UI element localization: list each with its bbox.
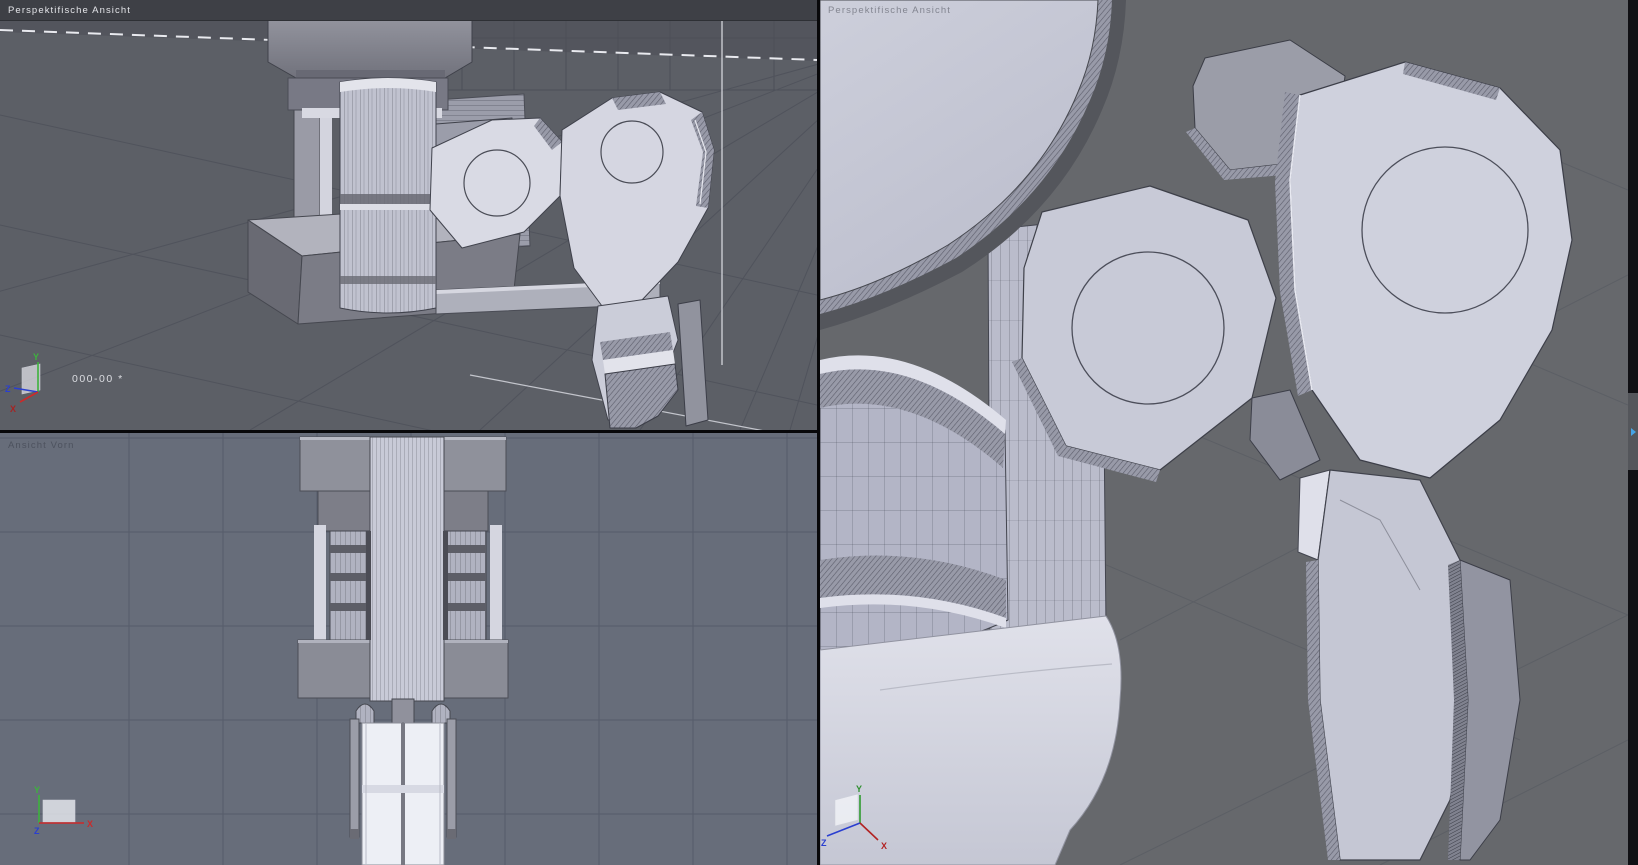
viewport-detail-title: Perspektifische Ansicht bbox=[828, 5, 951, 16]
axis-label-y: Y bbox=[33, 352, 39, 362]
viewport-detail[interactable]: Perspektifische Ansicht Y Z X bbox=[820, 0, 1628, 865]
axis-label-y: Y bbox=[856, 784, 862, 794]
viewport-perspective[interactable]: Perspektifische Ansicht Y Z X 000-00 * bbox=[0, 0, 817, 430]
viewport-front[interactable]: Ansicht Vorn Y X Z bbox=[0, 433, 817, 865]
viewport-perspective-header[interactable]: Perspektifische Ansicht bbox=[0, 0, 817, 21]
axis-label-x: X bbox=[10, 404, 16, 414]
axis-label-z: Z bbox=[821, 838, 827, 848]
axis-label-x: X bbox=[881, 841, 887, 851]
application-window: Perspektifische Ansicht Y Z X 000-00 * A… bbox=[0, 0, 1638, 865]
front-scene[interactable]: Y X Z bbox=[0, 433, 817, 865]
viewport-splitter-horizontal[interactable] bbox=[0, 430, 820, 433]
axis-label-z: Z bbox=[34, 826, 40, 836]
panel-expand-tab[interactable] bbox=[1628, 393, 1638, 470]
axis-label-x: X bbox=[87, 819, 93, 829]
right-edge-strip bbox=[1628, 0, 1638, 865]
viewport-splitter-vertical[interactable] bbox=[817, 0, 820, 865]
axis-label-y: Y bbox=[34, 785, 40, 795]
perspective-scene[interactable]: Y Z X 000-00 * bbox=[0, 20, 817, 430]
expand-panel-arrow-icon bbox=[1630, 427, 1636, 436]
viewport-perspective-title: Perspektifische Ansicht bbox=[8, 5, 131, 16]
detail-scene[interactable]: Y Z X bbox=[820, 0, 1628, 865]
viewport-front-title: Ansicht Vorn bbox=[8, 440, 75, 451]
angle-readout: 000-00 * bbox=[72, 373, 124, 385]
axis-label-z: Z bbox=[5, 384, 11, 394]
